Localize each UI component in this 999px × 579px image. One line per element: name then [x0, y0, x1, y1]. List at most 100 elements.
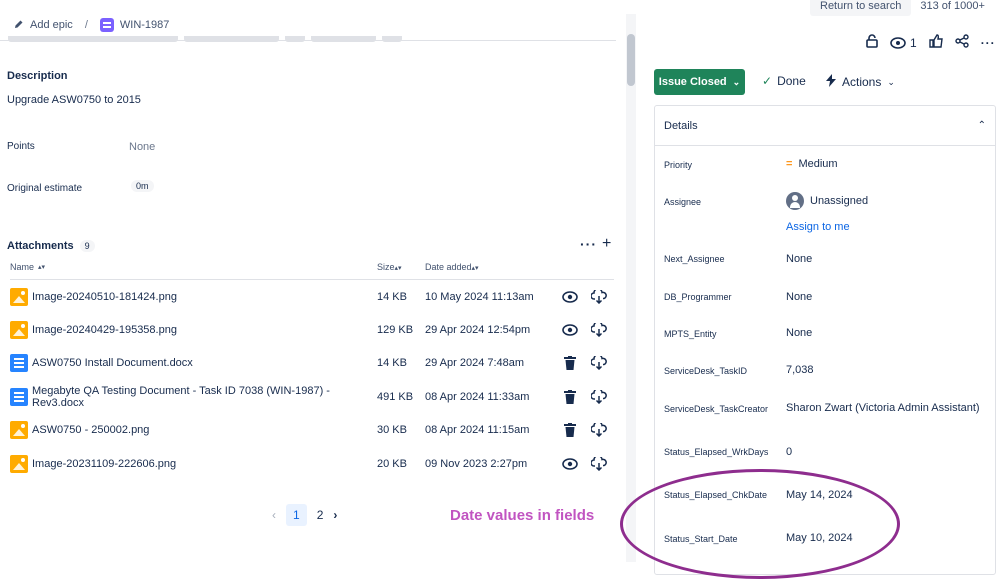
attachment-name[interactable]: Image-20240429-195358.png	[32, 324, 177, 336]
points-value[interactable]: None	[129, 141, 155, 153]
priority-value[interactable]: = Medium	[786, 158, 838, 170]
table-header: Name ▴▾ Size▴▾ Date added▴▾	[10, 262, 614, 280]
lock-icon[interactable]	[866, 34, 878, 51]
table-row[interactable]: Image-20240510-181424.png 14 KB 10 May 202…	[10, 280, 614, 313]
attachment-name-cell[interactable]: Image-20240429-195358.png	[10, 321, 377, 340]
table-row[interactable]: ASW0750 Install Document.docx 14 KB 29 Apr…	[10, 347, 614, 380]
attachment-name-cell[interactable]: ASW0750 - 250002.png	[10, 421, 377, 440]
next-assignee-value[interactable]: None	[786, 253, 812, 265]
page-1-button[interactable]: 1	[286, 504, 307, 526]
elapsed-wrkdays-label: Status_Elapsed_WrkDays	[664, 447, 769, 457]
pencil-icon	[14, 19, 24, 32]
more-actions-icon[interactable]: ···	[981, 36, 996, 50]
trash-icon[interactable]	[555, 423, 585, 438]
attachments-count: 9	[79, 240, 95, 252]
more-icon[interactable]: ···	[580, 236, 597, 252]
scrollbar-thumb[interactable]	[627, 34, 635, 86]
document-file-icon	[10, 354, 28, 373]
attachment-name-cell[interactable]: Megabyte QA Testing Document - Task ID 7…	[10, 385, 377, 409]
issue-header-actions: 1 ···	[866, 34, 996, 51]
table-row[interactable]: Megabyte QA Testing Document - Task ID 7…	[10, 380, 614, 413]
table-row[interactable]: Image-20231109-222606.png 20 KB 09 Nov 202…	[10, 447, 614, 480]
attachment-name-cell[interactable]: ASW0750 Install Document.docx	[10, 354, 377, 373]
trash-icon[interactable]	[555, 389, 585, 404]
assignee-value[interactable]: Unassigned	[786, 192, 868, 210]
add-epic-link[interactable]: Add epic	[30, 19, 73, 31]
trash-icon[interactable]	[555, 356, 585, 371]
attachment-size: 129 KB	[377, 324, 414, 337]
download-icon[interactable]	[585, 356, 613, 371]
table-row[interactable]: ASW0750 - 250002.png 30 KB 08 Apr 2024 11:…	[10, 414, 614, 447]
points-label: Points	[7, 141, 35, 152]
subtask-type-icon	[99, 18, 114, 32]
attachment-name[interactable]: Megabyte QA Testing Document - Task ID 7…	[32, 385, 377, 409]
task-creator-value[interactable]: Sharon Zwart (Victoria Admin Assistant)	[786, 402, 980, 414]
details-header[interactable]: Details ⌃	[655, 106, 995, 146]
return-to-search-button[interactable]: Return to search	[810, 0, 912, 16]
attachment-date: 29 Apr 2024 7:48am	[425, 357, 525, 370]
status-dropdown-button[interactable]: Issue Closed ⌄	[654, 69, 745, 95]
watch-count: 1	[910, 35, 917, 50]
attachment-name[interactable]: Image-20240510-181424.png	[32, 291, 177, 303]
search-navigation: Return to search 313 of 1000+	[810, 0, 985, 16]
watch-button[interactable]: 1	[890, 36, 917, 50]
attachment-date: 09 Nov 2023 2:27pm	[425, 457, 528, 470]
resolution: ✓ Done	[762, 74, 806, 88]
priority-label: Priority	[664, 160, 693, 170]
mpts-entity-label: MPTS_Entity	[664, 329, 717, 339]
page-2-button[interactable]: 2	[317, 508, 324, 522]
result-count: 313 of 1000+	[920, 0, 985, 12]
attachment-name-cell[interactable]: Image-20231109-222606.png	[10, 454, 377, 473]
original-estimate-value[interactable]: 0m	[131, 180, 154, 192]
attachment-size: 491 KB	[377, 390, 414, 403]
download-icon[interactable]	[585, 423, 613, 438]
attachment-name[interactable]: ASW0750 Install Document.docx	[32, 357, 193, 369]
attachment-name[interactable]: Image-20231109-222606.png	[32, 458, 176, 470]
pagination: ‹ 1 2 ›	[272, 504, 337, 526]
eye-icon[interactable]	[555, 457, 585, 470]
chevron-right-icon[interactable]: ›	[333, 508, 337, 522]
annotation-ellipse	[620, 469, 900, 579]
status-label: Issue Closed	[658, 76, 727, 88]
scrollbar-track[interactable]	[626, 14, 636, 562]
download-icon[interactable]	[585, 389, 613, 404]
table-row[interactable]: Image-20240429-195358.png 129 KB 29 Apr 20…	[10, 313, 614, 346]
attachments-heading: Attachments	[7, 240, 74, 252]
chevron-down-icon: ⌄	[732, 76, 741, 87]
attachment-size: 30 KB	[377, 424, 407, 437]
actions-button[interactable]: Actions ⌄	[826, 74, 895, 90]
mpts-entity-value[interactable]: None	[786, 327, 812, 339]
eye-icon[interactable]	[555, 290, 585, 303]
chevron-left-icon[interactable]: ‹	[272, 508, 276, 522]
column-date-added[interactable]: Date added▴▾	[425, 262, 555, 272]
attachment-name[interactable]: ASW0750 - 250002.png	[32, 424, 149, 436]
column-size[interactable]: Size▴▾	[377, 262, 425, 272]
download-icon[interactable]	[585, 456, 613, 471]
breadcrumb-separator: /	[84, 19, 88, 31]
add-attachment-icon[interactable]: +	[602, 235, 611, 253]
chevron-down-icon: ⌄	[887, 76, 895, 87]
like-icon[interactable]	[928, 34, 943, 51]
check-icon: ✓	[762, 74, 773, 88]
issue-key-link[interactable]: WIN-1987	[120, 19, 170, 31]
avatar	[786, 192, 804, 210]
attachment-size: 14 KB	[377, 357, 407, 370]
actions-label: Actions	[842, 75, 882, 89]
priority-medium-icon: =	[786, 158, 793, 170]
chevron-up-icon[interactable]: ⌃	[978, 120, 986, 131]
description-text[interactable]: Upgrade ASW0750 to 2015	[7, 94, 141, 106]
elapsed-wrkdays-value[interactable]: 0	[786, 446, 792, 458]
annotation-text: Date values in fields	[450, 507, 595, 524]
download-icon[interactable]	[585, 289, 613, 304]
task-id-value[interactable]: 7,038	[786, 364, 814, 376]
column-name[interactable]: Name ▴▾	[10, 262, 377, 272]
assign-to-me-link[interactable]: Assign to me	[786, 221, 850, 233]
document-file-icon	[10, 387, 28, 406]
db-programmer-value[interactable]: None	[786, 291, 812, 303]
task-id-label: ServiceDesk_TaskID	[664, 366, 748, 376]
eye-icon[interactable]	[555, 324, 585, 336]
lightning-icon	[826, 74, 836, 90]
attachment-name-cell[interactable]: Image-20240510-181424.png	[10, 287, 377, 306]
download-icon[interactable]	[585, 323, 613, 338]
share-icon[interactable]	[954, 34, 969, 51]
